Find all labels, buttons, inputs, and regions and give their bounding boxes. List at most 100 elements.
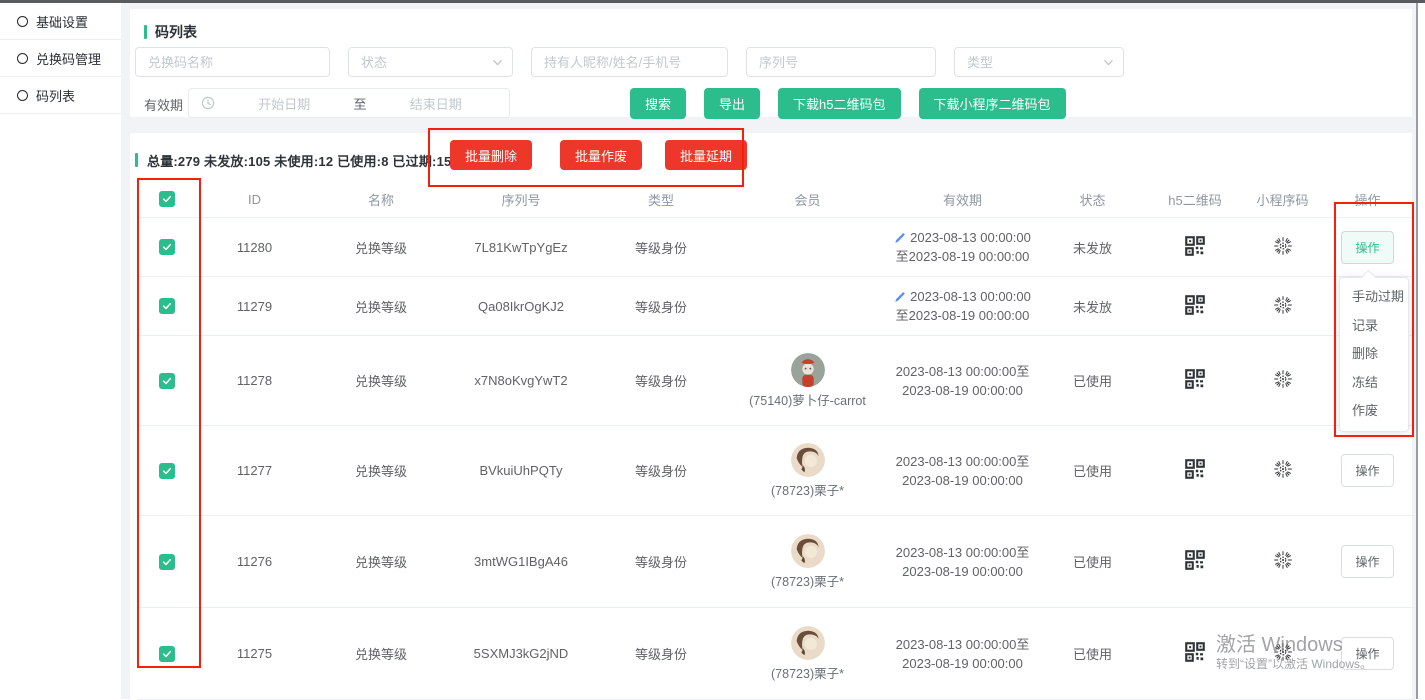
h5-qrcode-icon[interactable] [1185,459,1205,479]
cell-status: 未发放 [1040,277,1145,336]
member-name: (78723)栗子* [771,480,844,499]
menu-item-record[interactable]: 记录 [1340,312,1408,341]
miniprogram-code-icon[interactable] [1272,641,1294,663]
miniprogram-code-icon[interactable] [1272,235,1294,257]
cell-member [730,277,885,336]
cell-serial: 5SXMJ3kG2jND [450,608,592,700]
cell-serial: Qa08IkrOgKJ2 [450,277,592,336]
summary-stats: 总量:279 未发放:105 未使用:12 已使用:8 已过期:154 [135,145,459,175]
table-row: 11276 兑换等级 3mtWG1IBgA46 等级身份 (78723)栗子* … [137,516,1415,608]
cell-type: 等级身份 [592,516,730,608]
row-action-button[interactable]: 操作 [1341,545,1393,578]
row-action-button[interactable]: 操作 [1341,231,1393,264]
batch-void-button[interactable]: 批量作废 [560,140,642,170]
h5-qrcode-icon[interactable] [1185,369,1205,389]
chevron-down-icon [1103,57,1114,68]
serial-input[interactable] [746,47,936,77]
row-checkbox[interactable] [159,463,175,479]
cell-type: 等级身份 [592,336,730,426]
start-date-input[interactable]: 开始日期 [223,94,346,113]
row-checkbox[interactable] [159,554,175,570]
batch-delete-button[interactable]: 批量删除 [450,140,532,170]
type-select[interactable] [954,47,1124,77]
row-checkbox[interactable] [159,239,175,255]
validity-label: 有效期 [144,95,183,115]
h5-qrcode-icon[interactable] [1185,295,1205,315]
cell-name: 兑换等级 [312,426,450,516]
row-action-button[interactable]: 操作 [1341,454,1393,487]
member-name: (75140)萝卜仔-carrot [749,390,866,409]
cell-name: 兑换等级 [312,277,450,336]
member-name: (78723)栗子* [771,663,844,682]
export-button[interactable]: 导出 [704,88,760,119]
header-serial: 序列号 [450,181,592,218]
batch-extend-button[interactable]: 批量延期 [665,140,747,170]
menu-item-void[interactable]: 作废 [1340,397,1408,426]
type-select-input[interactable] [954,47,1124,77]
header-name: 名称 [312,181,450,218]
action-dropdown-menu: 手动过期 记录 删除 冻结 作废 [1339,277,1409,432]
cell-name: 兑换等级 [312,218,450,277]
h5-qrcode-icon[interactable] [1185,642,1205,662]
miniprogram-code-icon[interactable] [1272,458,1294,480]
h5-qrcode-icon[interactable] [1185,236,1205,256]
summary-text: 总量:279 未发放:105 未使用:12 已使用:8 已过期:154 [147,151,459,170]
select-all-checkbox[interactable] [159,191,175,207]
cell-member [730,218,885,277]
member-name: (78723)栗子* [771,571,844,590]
table-header-row: ID 名称 序列号 类型 会员 有效期 状态 h5二维码 小程序码 操作 [137,181,1415,218]
cell-status: 已使用 [1040,426,1145,516]
download-miniprogram-qrcode-button[interactable]: 下载小程序二维码包 [919,88,1066,119]
row-action-button[interactable]: 操作 [1341,637,1393,670]
row-checkbox[interactable] [159,646,175,662]
table-row: 11280 兑换等级 7L81KwTpYgEz 等级身份 2023-08-13 … [137,218,1415,277]
cell-id: 11276 [197,516,312,608]
header-status: 状态 [1040,181,1145,218]
miniprogram-code-icon[interactable] [1272,294,1294,316]
row-checkbox[interactable] [159,298,175,314]
miniprogram-code-icon[interactable] [1272,368,1294,390]
edit-icon[interactable] [894,291,906,303]
cell-id: 11278 [197,336,312,426]
status-select-input[interactable] [348,47,513,77]
search-button[interactable]: 搜索 [630,88,686,119]
header-action: 操作 [1320,181,1415,218]
code-name-input[interactable] [135,47,330,77]
cell-validity: 2023-08-13 00:00:00至 2023-08-19 00:00:00 [885,336,1040,426]
menu-item-delete[interactable]: 删除 [1340,340,1408,369]
header-id: ID [197,181,312,218]
sidebar-item-code-list[interactable]: 码列表 [0,77,121,114]
status-select[interactable] [348,47,513,77]
code-table: ID 名称 序列号 类型 会员 有效期 状态 h5二维码 小程序码 操作 112… [137,181,1415,700]
validity-date-range[interactable]: 开始日期 至 结束日期 [188,88,510,118]
cell-name: 兑换等级 [312,516,450,608]
table-row: 11277 兑换等级 BVkuiUhPQTy 等级身份 (78723)栗子* 2… [137,426,1415,516]
menu-item-freeze[interactable]: 冻结 [1340,369,1408,398]
cell-validity: 2023-08-13 00:00:00 至2023-08-19 00:00:00 [885,277,1040,336]
header-miniprogram-code: 小程序码 [1245,181,1320,218]
cell-serial: 7L81KwTpYgEz [450,218,592,277]
cell-id: 11275 [197,608,312,700]
cell-member: (78723)栗子* [730,516,885,608]
cell-serial: BVkuiUhPQTy [450,426,592,516]
download-h5-qrcode-button[interactable]: 下载h5二维码包 [778,88,900,119]
end-date-input[interactable]: 结束日期 [375,94,498,113]
edit-icon[interactable] [894,232,906,244]
sidebar-item-basic-settings[interactable]: 基础设置 [0,3,121,40]
cell-id: 11277 [197,426,312,516]
clock-icon [201,96,215,110]
header-validity: 有效期 [885,181,1040,218]
sidebar-item-redeem-code-management[interactable]: 兑换码管理 [0,40,121,77]
menu-item-manual-expire[interactable]: 手动过期 [1340,283,1408,312]
filter-row-1 [135,47,1124,77]
sidebar-item-label: 码列表 [36,86,75,105]
holder-input[interactable] [531,47,728,77]
row-checkbox[interactable] [159,373,175,389]
cell-validity: 2023-08-13 00:00:00至 2023-08-19 00:00:00 [885,608,1040,700]
cell-type: 等级身份 [592,608,730,700]
miniprogram-code-icon[interactable] [1272,549,1294,571]
table-row: 11275 兑换等级 5SXMJ3kG2jND 等级身份 (78723)栗子* … [137,608,1415,700]
h5-qrcode-icon[interactable] [1185,550,1205,570]
cell-validity: 2023-08-13 00:00:00至 2023-08-19 00:00:00 [885,426,1040,516]
cell-member: (78723)栗子* [730,608,885,700]
